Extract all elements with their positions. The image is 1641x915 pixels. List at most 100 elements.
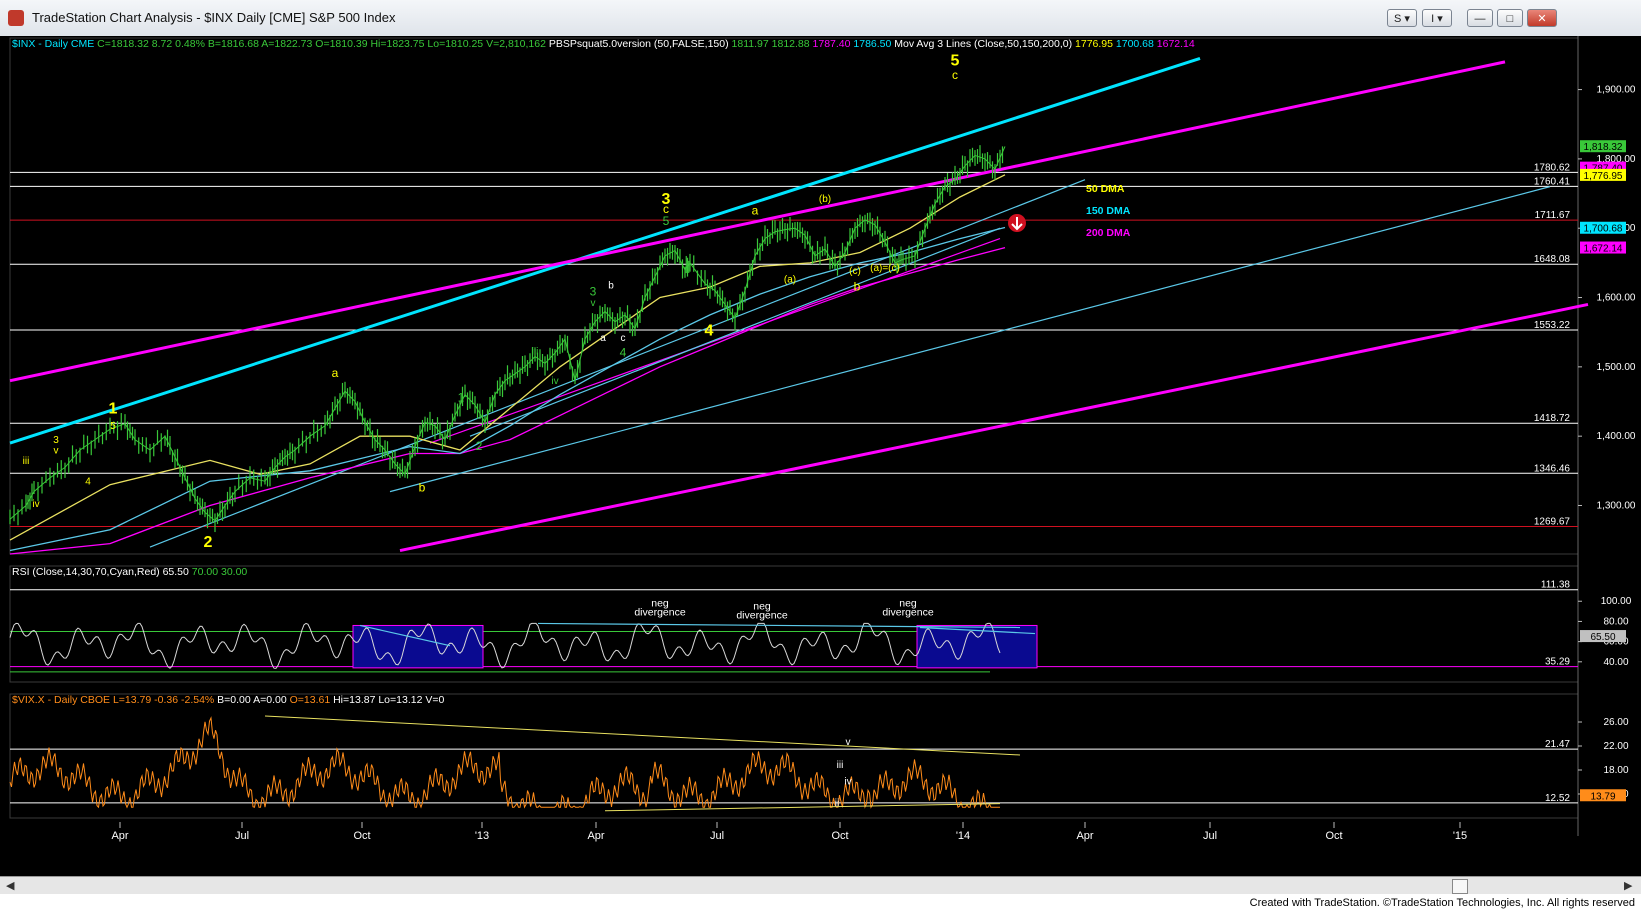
header-item: A=0.00	[251, 694, 287, 706]
y-tick-label: 18.00	[1603, 765, 1628, 776]
header-item: O=13.61	[287, 694, 331, 706]
wave-label: 2	[204, 534, 213, 551]
vix-wave-label: iii	[837, 760, 844, 771]
level-label: 111.38	[1541, 580, 1571, 591]
y-tick-label: 1,900.00	[1597, 85, 1636, 96]
value-tag-label: 1,776.95	[1584, 171, 1623, 182]
chart-svg[interactable]: $INX - Daily CME C=1818.32 8.72 0.48% B=…	[0, 36, 1641, 876]
wave-label: 1	[109, 400, 118, 417]
panel-frame-price	[9, 37, 1579, 555]
header-item: 0.48%	[172, 38, 205, 50]
wave-label: (c)	[849, 266, 861, 277]
x-tick-label: '13	[475, 830, 489, 842]
level-label: 1418.72	[1534, 413, 1571, 424]
wave-label: 4	[85, 477, 91, 488]
divergence-box	[916, 624, 1038, 669]
trend-channel-line	[429, 238, 1001, 444]
header-item: L=13.79	[110, 694, 151, 706]
x-tick-label: Apr	[587, 830, 604, 842]
header-item: C=1818.32	[94, 38, 149, 50]
wave-label: 4	[620, 345, 627, 359]
header-item: $INX - Daily CME	[12, 38, 94, 50]
panel-vix: $VIX.X - Daily CBOE L=13.79 -0.36 -2.54%…	[9, 694, 1629, 812]
vix-wave-label: iv	[844, 776, 851, 787]
header-item: Hi=1823.75	[368, 38, 425, 50]
footer: Created with TradeStation. ©TradeStation…	[0, 894, 1641, 915]
wave-label: b	[608, 281, 614, 292]
y-tick-label: 26.00	[1603, 717, 1628, 728]
panel-frame-rsi	[9, 565, 1579, 683]
ma-legend-label: 200 DMA	[1086, 227, 1131, 239]
wave-label: v	[591, 298, 596, 309]
header-item: Hi=13.87	[330, 694, 375, 706]
panel-rsi: RSI (Close,14,30,70,Cyan,Red) 65.50 70.0…	[9, 566, 1632, 673]
close-button[interactable]: ✕	[1527, 9, 1557, 27]
header-item: -0.36	[151, 694, 178, 706]
price-close-line	[9, 146, 1006, 522]
panel-frame-vix	[9, 693, 1579, 819]
header-item: RSI (Close,14,30,70,Cyan,Red)	[12, 566, 160, 578]
header-item: 1787.40	[810, 38, 851, 50]
header-item: V=2,810,162	[483, 38, 546, 50]
insert-menu-button[interactable]: I ▾	[1422, 9, 1452, 27]
x-tick-label: Jul	[1203, 830, 1217, 842]
rsi-annotation: divergence	[634, 606, 686, 618]
minimize-button[interactable]: —	[1467, 9, 1493, 27]
wave-label: c	[952, 68, 958, 82]
symbol-menu-button[interactable]: S ▾	[1387, 9, 1417, 27]
rsi-line	[9, 622, 1001, 669]
panel-price: $INX - Daily CME C=1818.32 8.72 0.48% B=…	[9, 38, 1636, 842]
panel-header-vix: $VIX.X - Daily CBOE L=13.79 -0.36 -2.54%…	[12, 694, 444, 706]
wave-label: (a)	[784, 274, 796, 285]
wave-label: c	[621, 333, 626, 344]
tradestation-app-icon	[8, 10, 24, 26]
ma50-line	[9, 174, 1006, 541]
value-tag-label: 65.50	[1590, 632, 1615, 643]
vix-trendline	[604, 803, 1001, 812]
wave-label: iii	[23, 456, 30, 467]
header-item: V=0	[422, 694, 444, 706]
level-label: 35.29	[1545, 657, 1570, 668]
trend-channel-line	[469, 227, 1001, 437]
y-tick-label: 40.00	[1603, 657, 1628, 668]
vix-line	[9, 716, 1000, 809]
wave-label: (a)=(c)	[870, 263, 900, 274]
level-label: 12.52	[1545, 793, 1570, 804]
level-label: 1648.08	[1534, 254, 1571, 265]
value-tag-label: 1,700.68	[1584, 224, 1623, 235]
header-item: 1786.50	[850, 38, 891, 50]
x-tick-label: Jul	[710, 830, 724, 842]
rsi-annotation: divergence	[882, 606, 934, 618]
scroll-left-icon[interactable]: ◀	[6, 879, 14, 892]
x-tick-label: '15	[1453, 830, 1467, 842]
ma-legend-label: 50 DMA	[1086, 183, 1125, 195]
x-tick-label: Jul	[235, 830, 249, 842]
wave-label: a	[600, 333, 606, 344]
panel-header-rsi: RSI (Close,14,30,70,Cyan,Red) 65.50 70.0…	[12, 566, 247, 578]
scrollbar-thumb[interactable]	[1452, 879, 1468, 894]
wave-label: (b)	[819, 194, 831, 205]
header-item: Lo=13.12	[375, 694, 422, 706]
header-item: O=1810.39	[312, 38, 367, 50]
scroll-right-icon[interactable]: ▶	[1624, 879, 1632, 892]
vix-wave-label: v	[846, 737, 851, 748]
header-item: 1672.14	[1154, 38, 1195, 50]
maximize-button[interactable]: □	[1497, 9, 1523, 27]
header-item: 1812.88	[769, 38, 810, 50]
trend-channel-line	[399, 302, 1589, 553]
header-item: -2.54%	[178, 694, 214, 706]
x-tick-label: Oct	[831, 830, 848, 842]
level-label: 1269.67	[1534, 517, 1571, 528]
window-titlebar[interactable]: TradeStation Chart Analysis - $INX Daily…	[0, 0, 1641, 37]
chart-area[interactable]: $INX - Daily CME C=1818.32 8.72 0.48% B=…	[0, 36, 1641, 876]
header-item: B=0.00	[214, 694, 251, 706]
window-title: TradeStation Chart Analysis - $INX Daily…	[32, 10, 396, 25]
header-item: 1776.95	[1072, 38, 1113, 50]
wave-label: 5	[110, 421, 116, 432]
trend-channel-line	[9, 56, 1201, 445]
value-tag-label: 1,818.32	[1584, 142, 1623, 153]
horizontal-scrollbar[interactable]: ◀ ▶	[0, 876, 1641, 895]
y-tick-label: 1,300.00	[1597, 500, 1636, 511]
y-tick-label: 80.00	[1603, 616, 1628, 627]
vix-wave-label: ii	[835, 798, 839, 809]
